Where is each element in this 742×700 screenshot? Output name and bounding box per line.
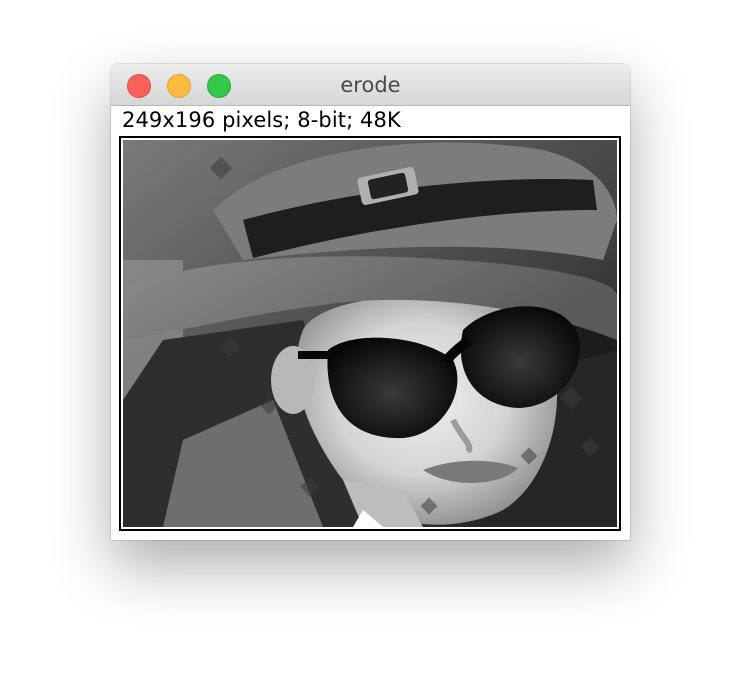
window-title: erode	[340, 73, 401, 97]
image-window: erode 249x196 pixels; 8-bit; 48K	[111, 64, 630, 540]
image-info-text: 249x196 pixels; 8-bit; 48K	[122, 108, 401, 132]
image-frame	[119, 136, 621, 531]
eroded-photo	[123, 140, 617, 527]
desktop: erode 249x196 pixels; 8-bit; 48K	[0, 0, 742, 700]
image-canvas[interactable]	[123, 140, 617, 527]
title-bar[interactable]: erode	[111, 64, 630, 106]
